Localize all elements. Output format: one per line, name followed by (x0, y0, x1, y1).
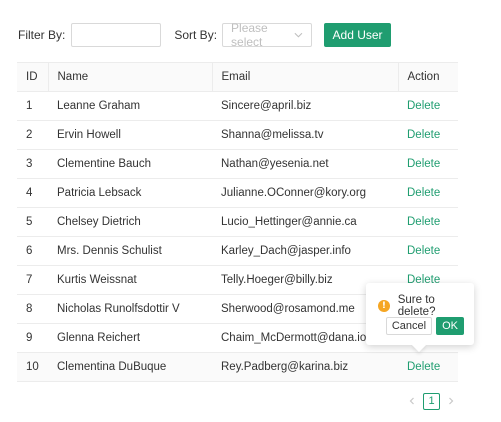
cell-email: Nathan@yesenia.net (212, 149, 398, 179)
delete-link[interactable]: Delete (407, 100, 440, 112)
sort-label: Sort By: (174, 28, 218, 42)
cell-name: Clementine Bauch (48, 149, 212, 179)
cell-email: Shanna@melissa.tv (212, 120, 398, 150)
table-row: 6 Mrs. Dennis Schulist Karley_Dach@jasper.… (17, 236, 458, 266)
delete-link[interactable]: Delete (407, 129, 440, 141)
cell-id: 9 (17, 323, 48, 353)
table-row: 5 Chelsey Dietrich Lucio_Hettinger@annie.c… (17, 207, 458, 237)
popover-buttons: Cancel OK (385, 317, 464, 335)
filter-input[interactable] (71, 23, 162, 47)
cell-name: Nicholas Runolfsdottir V (48, 294, 212, 324)
delete-link[interactable]: Delete (407, 216, 440, 228)
cell-action: Delete (398, 207, 458, 237)
cell-id: 4 (17, 178, 48, 208)
chevron-down-icon (294, 32, 303, 38)
prev-page-button[interactable] (405, 392, 419, 410)
cell-action: Delete (398, 236, 458, 266)
cell-email: Lucio_Hettinger@annie.ca (212, 207, 398, 237)
cell-action: Delete (398, 149, 458, 179)
column-header-email: Email (211, 62, 398, 92)
ok-button[interactable]: OK (436, 317, 464, 335)
cell-name: Chelsey Dietrich (48, 207, 212, 237)
cell-id: 1 (17, 91, 48, 121)
cell-name: Patricia Lebsack (48, 178, 212, 208)
next-page-button[interactable] (444, 392, 458, 410)
cell-email: Sincere@april.biz (212, 91, 398, 121)
cell-name: Glenna Reichert (48, 323, 212, 353)
table-row: 3 Clementine Bauch Nathan@yesenia.net Delet… (17, 149, 458, 179)
cell-id: 6 (17, 236, 48, 266)
cell-name: Kurtis Weissnat (48, 265, 212, 295)
cancel-button[interactable]: Cancel (385, 317, 433, 335)
filter-label: Filter By: (18, 28, 66, 42)
cell-name: Leanne Graham (48, 91, 212, 121)
delete-link[interactable]: Delete (407, 158, 440, 170)
table-header-row: ID Name Email Action (17, 62, 458, 92)
cell-id: 7 (17, 265, 48, 295)
cell-id: 10 (17, 352, 48, 382)
cell-action: Delete (398, 178, 458, 208)
popover-message: ! Sure to delete? (378, 294, 474, 318)
cell-id: 8 (17, 294, 48, 324)
delete-link[interactable]: Delete (407, 187, 440, 199)
delete-link[interactable]: Delete (407, 361, 440, 373)
cell-action: Delete (398, 120, 458, 150)
table-row: 4 Patricia Lebsack Julianne.OConner@kory.o… (17, 178, 458, 208)
sort-select[interactable]: Please select (222, 21, 313, 49)
cell-action: Delete (398, 352, 458, 382)
delete-link[interactable]: Delete (407, 245, 440, 257)
cell-email: Karley_Dach@jasper.info (212, 236, 398, 266)
table-row: 1 Leanne Graham Sincere@april.biz Delete (17, 91, 458, 121)
cell-id: 3 (17, 149, 48, 179)
table-row: 10 Clementina DuBuque Rey.Padberg@karina.b… (17, 352, 458, 382)
sort-select-placeholder: Please select (231, 21, 268, 49)
column-header-name: Name (47, 62, 212, 92)
column-header-id: ID (17, 62, 48, 92)
exclamation-circle-icon: ! (378, 300, 390, 312)
cell-id: 2 (17, 120, 48, 150)
cell-name: Clementina DuBuque (48, 352, 212, 382)
popover-message-text: Sure to delete? (397, 294, 436, 318)
chevron-right-icon (449, 397, 454, 405)
column-header-action: Action (397, 62, 458, 92)
chevron-left-icon (409, 397, 414, 405)
toolbar: Filter By: Sort By: Please select Add Us… (18, 21, 392, 49)
delete-confirm-popover: ! Sure to delete? Cancel OK (366, 283, 474, 353)
pagination: 1 (405, 392, 458, 410)
cell-email: Julianne.OConner@kory.org (212, 178, 398, 208)
page-number-button[interactable]: 1 (423, 392, 440, 410)
table-row: 2 Ervin Howell Shanna@melissa.tv Delete (17, 120, 458, 150)
cell-email: Rey.Padberg@karina.biz (212, 352, 398, 382)
cell-name: Mrs. Dennis Schulist (48, 236, 212, 266)
add-user-button[interactable]: Add User (324, 23, 392, 47)
cell-name: Ervin Howell (48, 120, 212, 150)
cell-id: 5 (17, 207, 48, 237)
cell-action: Delete (398, 91, 458, 121)
